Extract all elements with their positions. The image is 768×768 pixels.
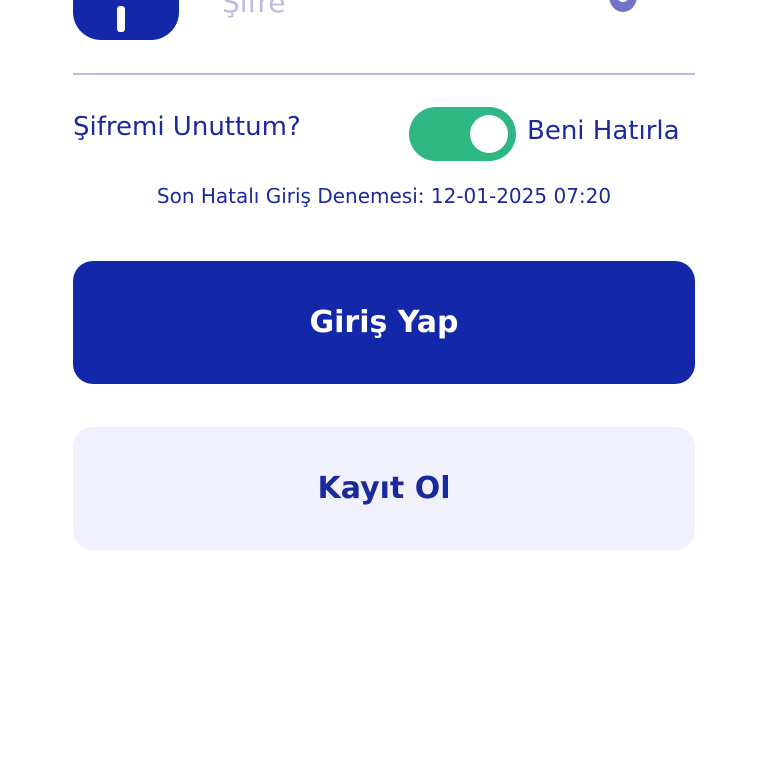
remember-me-label: Beni Hatırla [527,116,680,146]
remember-me-toggle[interactable] [409,107,516,161]
login-button[interactable]: Giriş Yap [73,261,695,384]
eye-icon[interactable] [603,0,643,18]
last-failed-login-text: Son Hatalı Giriş Denemesi: 12-01-2025 07… [156,184,612,208]
toggle-knob [470,115,508,153]
login-screen: Şifre Şifremi Unuttum? Beni Hatırla Son … [0,0,768,768]
key-icon [117,6,125,32]
forgot-password-link[interactable]: Şifremi Unuttum? [73,112,301,142]
register-button[interactable]: Kayıt Ol [73,427,695,550]
password-field-underline [73,73,695,75]
password-input[interactable]: Şifre [222,0,286,19]
password-icon-box [73,0,179,40]
